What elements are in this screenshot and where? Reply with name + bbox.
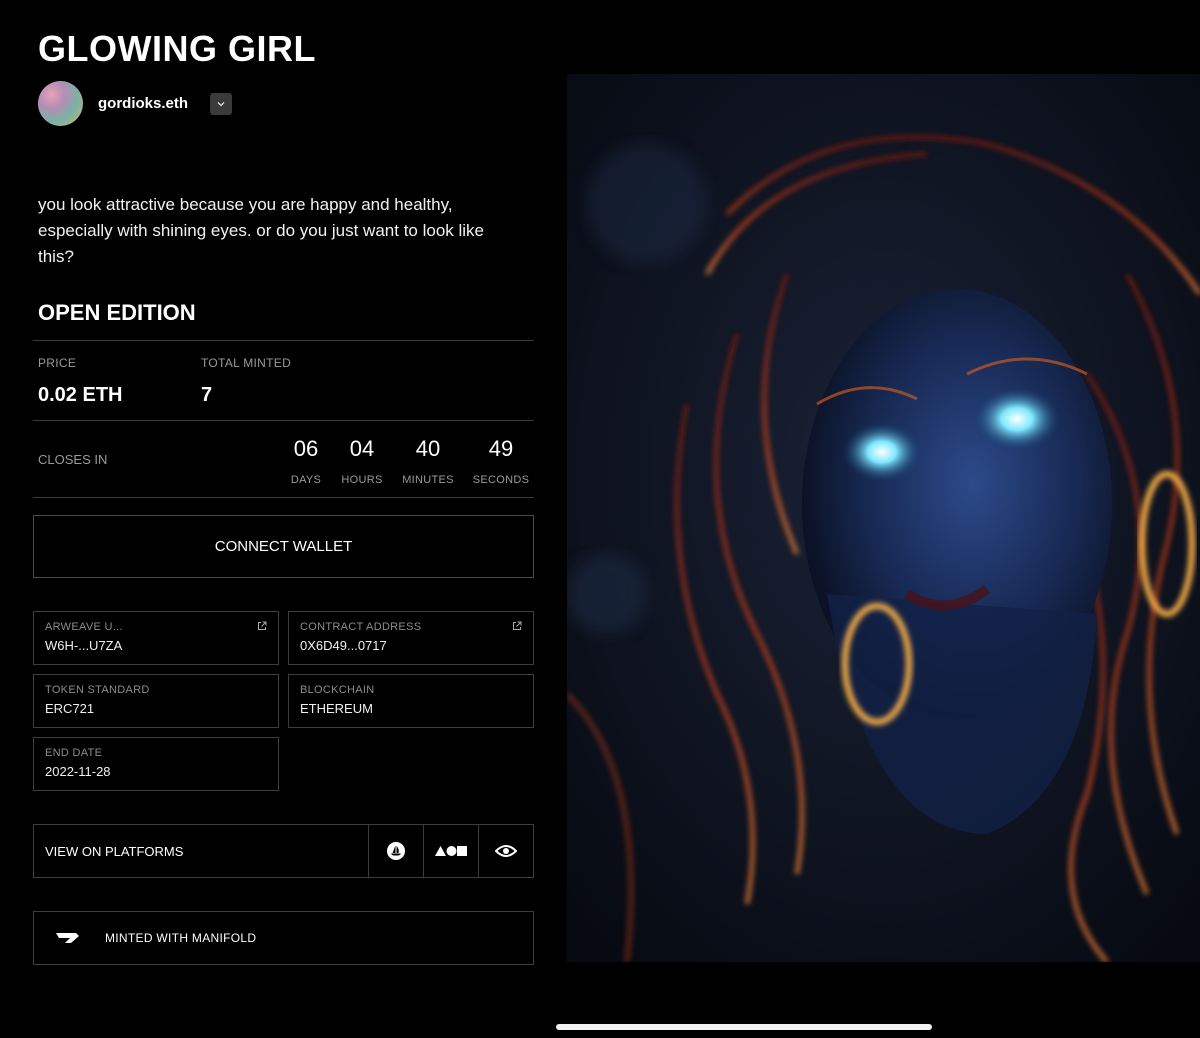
divider [33, 340, 534, 341]
eye-icon[interactable] [478, 825, 533, 877]
opensea-icon[interactable] [368, 825, 423, 877]
connect-wallet-button[interactable]: CONNECT WALLET [33, 515, 534, 578]
creator-name[interactable]: gordioks.eth [98, 95, 188, 112]
blockchain-value: ETHEREUM [300, 701, 373, 716]
total-minted-label: TOTAL MINTED [201, 356, 292, 370]
price-stat: PRICE 0.02 ETH [38, 356, 122, 407]
manifold-logo-icon [56, 933, 79, 943]
arweave-url-card[interactable]: ARWEAVE U... W6H-...U7ZA [33, 611, 279, 665]
closes-in-label: CLOSES IN [38, 452, 108, 467]
artwork-image[interactable] [567, 74, 1200, 962]
countdown-minutes: 40 MINUTES [388, 436, 468, 486]
price-value: 0.02 ETH [38, 384, 123, 406]
chevron-down-icon[interactable] [210, 92, 233, 115]
total-minted-stat: TOTAL MINTED 7 [201, 356, 291, 407]
token-standard-card: TOKEN STANDARD ERC721 [33, 674, 279, 728]
end-date-value: 2022-11-28 [45, 764, 111, 779]
divider [33, 420, 534, 421]
blockchain-label: BLOCKCHAIN [300, 684, 375, 696]
avatar[interactable] [38, 81, 83, 126]
contract-address-card[interactable]: CONTRACT ADDRESS 0X6D49...0717 [288, 611, 534, 665]
view-on-platforms-label: VIEW ON PLATFORMS [45, 843, 184, 859]
end-date-card: END DATE 2022-11-28 [33, 737, 279, 791]
token-standard-value: ERC721 [45, 701, 95, 716]
divider [33, 497, 534, 498]
countdown-value: 40 [415, 436, 441, 461]
view-on-platforms-bar: VIEW ON PLATFORMS [33, 824, 534, 878]
home-indicator[interactable] [556, 1024, 932, 1030]
external-link-icon[interactable] [512, 621, 522, 631]
description: you look attractive because you are happ… [38, 195, 485, 266]
external-link-icon[interactable] [257, 621, 267, 631]
edition-heading: OPEN EDITION [38, 300, 196, 325]
countdown-value: 49 [488, 436, 514, 461]
countdown-unit: SECONDS [472, 474, 530, 486]
details-panel: GLOWING GIRL gordioks.eth you look attra… [0, 0, 560, 1038]
total-minted-value: 7 [201, 384, 213, 406]
contract-address-value: 0X6D49...0717 [300, 638, 387, 653]
countdown-seconds: 49 SECONDS [461, 436, 541, 486]
countdown-unit: MINUTES [402, 474, 454, 486]
blockchain-card: BLOCKCHAIN ETHEREUM [288, 674, 534, 728]
creator-row[interactable]: gordioks.eth [38, 81, 233, 126]
page-title: GLOWING GIRL [38, 28, 316, 69]
token-standard-label: TOKEN STANDARD [45, 684, 150, 696]
contract-address-label: CONTRACT ADDRESS [300, 621, 422, 633]
price-label: PRICE [38, 356, 77, 370]
end-date-label: END DATE [45, 747, 103, 759]
minted-with-manifold-bar[interactable]: MINTED WITH MANIFOLD [33, 911, 534, 965]
arweave-label: ARWEAVE U... [45, 621, 123, 633]
arweave-value: W6H-...U7ZA [45, 638, 123, 653]
manifold-label: MINTED WITH MANIFOLD [105, 931, 257, 945]
foundation-icon[interactable] [423, 825, 478, 877]
